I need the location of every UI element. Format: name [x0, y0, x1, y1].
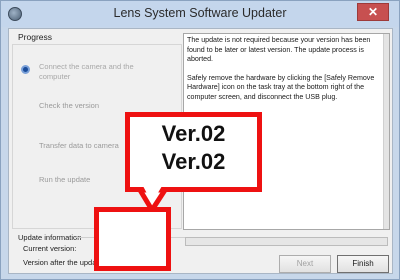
- current-step-indicator-icon: [21, 65, 30, 74]
- step-transfer-data: Transfer data to camera: [39, 141, 119, 150]
- version-after-update-label: Version after the update: [23, 258, 103, 267]
- message-paragraph-2: Safely remove the hardware by clicking t…: [187, 73, 375, 101]
- current-version-label: Current version:: [23, 244, 77, 253]
- step-check-version: Check the version: [39, 101, 100, 110]
- message-paragraph-1: The update is not required because your …: [187, 36, 371, 63]
- message-scrollbar[interactable]: [383, 34, 389, 229]
- window-title: Lens System Software Updater: [113, 6, 287, 20]
- finish-button[interactable]: Finish: [337, 255, 389, 273]
- version-callout: Ver.02 Ver.02: [125, 112, 262, 192]
- callout-version-line-2: Ver.02: [161, 149, 226, 174]
- title-bar[interactable]: Lens System Software Updater ✕: [1, 1, 399, 27]
- update-progress-bar: [185, 237, 388, 246]
- step-run-update: Run the update: [39, 175, 91, 184]
- step-connect-line1: Connect the camera and the: [39, 62, 134, 71]
- next-button[interactable]: Next: [279, 255, 331, 273]
- callout-version-line-1: Ver.02: [161, 121, 226, 146]
- step-connect-line2: computer: [39, 72, 71, 81]
- close-button[interactable]: ✕: [357, 3, 389, 21]
- step-connect-camera: Connect the camera and the computer: [39, 62, 134, 82]
- progress-label: Progress: [18, 32, 53, 42]
- update-information-label: Update information: [18, 233, 82, 242]
- version-highlight-box: [94, 207, 171, 271]
